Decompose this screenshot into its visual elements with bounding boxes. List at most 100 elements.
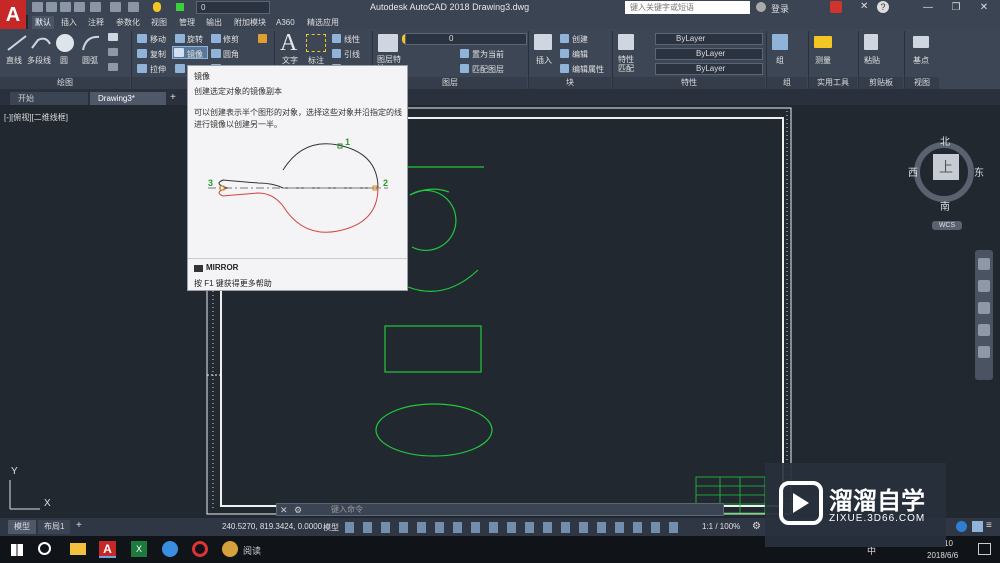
tab-addins[interactable]: 附加模块 [231, 16, 269, 29]
block-panel-title[interactable]: 块 [529, 77, 611, 89]
viewcube[interactable]: 上 北 南 东 西 WCS [908, 132, 988, 230]
tab-a360[interactable]: A360 [273, 16, 298, 29]
rectangle-icon[interactable] [108, 33, 118, 41]
tab-start[interactable]: 开始 [10, 92, 88, 105]
arc-tool[interactable] [80, 34, 102, 52]
isolate-icon[interactable] [956, 521, 967, 532]
autocad-taskbar-icon[interactable]: A [99, 541, 116, 558]
tab-default[interactable]: 默认 [32, 16, 54, 29]
pline-tool[interactable] [30, 34, 52, 52]
print-icon[interactable] [90, 2, 101, 12]
set-current-button[interactable]: 置为当前 [472, 49, 504, 60]
utilities-panel-title[interactable]: 实用工具 [809, 77, 857, 89]
app-icon[interactable] [192, 541, 208, 557]
green-arc-bottom[interactable] [407, 269, 479, 292]
pan-icon[interactable] [978, 280, 990, 292]
stretch-button[interactable]: 拉伸 [150, 64, 166, 75]
groups-panel-title[interactable]: 组 [767, 77, 807, 89]
insert-block-icon[interactable] [534, 34, 552, 50]
tab-drawing3[interactable]: Drawing3* [90, 92, 166, 105]
line-tool[interactable] [6, 34, 28, 52]
paste-icon[interactable] [864, 34, 878, 50]
explorer-icon[interactable] [70, 543, 86, 555]
base-icon[interactable] [913, 36, 929, 48]
group-icon[interactable] [772, 34, 788, 50]
save-icon[interactable] [60, 2, 71, 12]
notifications-icon[interactable] [978, 543, 991, 555]
app-menu-button[interactable]: A [0, 0, 26, 30]
viewcube-north[interactable]: 北 [940, 133, 950, 148]
drawing-canvas[interactable] [0, 105, 1000, 518]
tab-featured[interactable]: 精选应用 [304, 16, 342, 29]
color-combo[interactable]: ByLayer [655, 33, 763, 45]
view-panel-title[interactable]: 视图 [905, 77, 939, 89]
close-button[interactable]: ✕ [974, 1, 994, 14]
tab-manage[interactable]: 管理 [176, 16, 198, 29]
wcs-menu[interactable]: WCS [932, 221, 962, 230]
annotation-scale[interactable]: 1:1 / 100% [702, 522, 740, 531]
properties-panel-title[interactable]: 特性 [613, 77, 765, 89]
showmotion-icon[interactable] [978, 346, 990, 358]
viewcube-south[interactable]: 南 [940, 198, 950, 213]
customize-menu-icon[interactable]: ≡ [986, 520, 992, 531]
tab-parametric[interactable]: 参数化 [113, 16, 143, 29]
viewcube-west[interactable]: 西 [908, 164, 918, 179]
match-layer-button[interactable]: 匹配图层 [472, 64, 504, 75]
hatch-icon[interactable] [108, 48, 118, 56]
windows-start-icon[interactable] [11, 544, 23, 556]
dimension-icon[interactable] [306, 34, 326, 52]
circle-icon[interactable] [56, 34, 74, 52]
copy-button[interactable]: 复制 [150, 49, 166, 60]
drafting-toggles[interactable] [345, 522, 685, 533]
fillet-button[interactable]: 圆角 [223, 49, 239, 60]
tab-annotate[interactable]: 注释 [85, 16, 107, 29]
viewcube-top-face[interactable]: 上 [933, 154, 959, 180]
redo-icon[interactable] [128, 2, 139, 12]
fullscreen-icon[interactable] [972, 521, 983, 532]
layout-tab-model[interactable]: 模型 [8, 520, 36, 534]
green-circle-arc[interactable] [409, 189, 457, 252]
tab-insert[interactable]: 插入 [58, 16, 80, 29]
command-input[interactable]: 键入命令 [276, 503, 724, 516]
layout-tab-layout1[interactable]: 布局1 [38, 520, 71, 534]
tab-output[interactable]: 输出 [203, 16, 225, 29]
steering-wheel-icon[interactable] [978, 258, 990, 270]
add-layout-button[interactable]: + [76, 520, 82, 531]
green-ellipse[interactable] [375, 403, 493, 457]
layer-properties-icon[interactable] [378, 34, 398, 52]
quick-layer-combo[interactable]: 0 [196, 1, 270, 14]
layer-combo[interactable]: 0 [405, 33, 527, 45]
search-input[interactable]: 键入关键字或短语 [625, 1, 750, 14]
gradient-icon[interactable] [108, 63, 118, 71]
linetype-combo[interactable]: ByLayer [655, 48, 763, 60]
measure-icon[interactable] [814, 36, 832, 48]
reader-label[interactable]: 阅读 [243, 544, 261, 557]
tab-view[interactable]: 视图 [148, 16, 170, 29]
a360-icon[interactable] [830, 1, 842, 13]
new-icon[interactable] [32, 2, 43, 12]
workspace-gear-icon[interactable]: ⚙ [752, 521, 761, 532]
reader-icon[interactable] [222, 541, 238, 557]
login-link[interactable]: 登录 [771, 2, 789, 15]
navigation-bar[interactable] [975, 250, 993, 380]
zoom-icon[interactable] [978, 302, 990, 314]
create-block-button[interactable]: 创建 [572, 34, 588, 45]
green-rectangle[interactable] [384, 325, 482, 373]
linear-button[interactable]: 线性 [344, 34, 360, 45]
bulb-icon[interactable] [153, 2, 161, 12]
match-properties-icon[interactable] [618, 34, 634, 50]
new-tab-button[interactable]: + [170, 92, 176, 103]
excel-icon[interactable]: X [131, 541, 147, 557]
model-space-toggle[interactable]: 模型 [323, 522, 339, 533]
viewport-controls[interactable]: [-][俯视][二维线框] [4, 112, 68, 123]
viewcube-east[interactable]: 东 [974, 164, 984, 179]
rotate-button[interactable]: 旋转 [187, 34, 203, 45]
exchange-icon[interactable]: ✕ [860, 1, 872, 13]
text-icon[interactable]: A [280, 30, 297, 57]
cmd-customize-icon[interactable]: ⚙ [294, 505, 302, 516]
undo-icon[interactable] [110, 2, 121, 12]
erase-icon[interactable] [258, 34, 267, 43]
restore-button[interactable]: ❐ [946, 1, 966, 14]
saveas-icon[interactable] [74, 2, 85, 12]
search-taskbar-icon[interactable] [38, 542, 51, 555]
